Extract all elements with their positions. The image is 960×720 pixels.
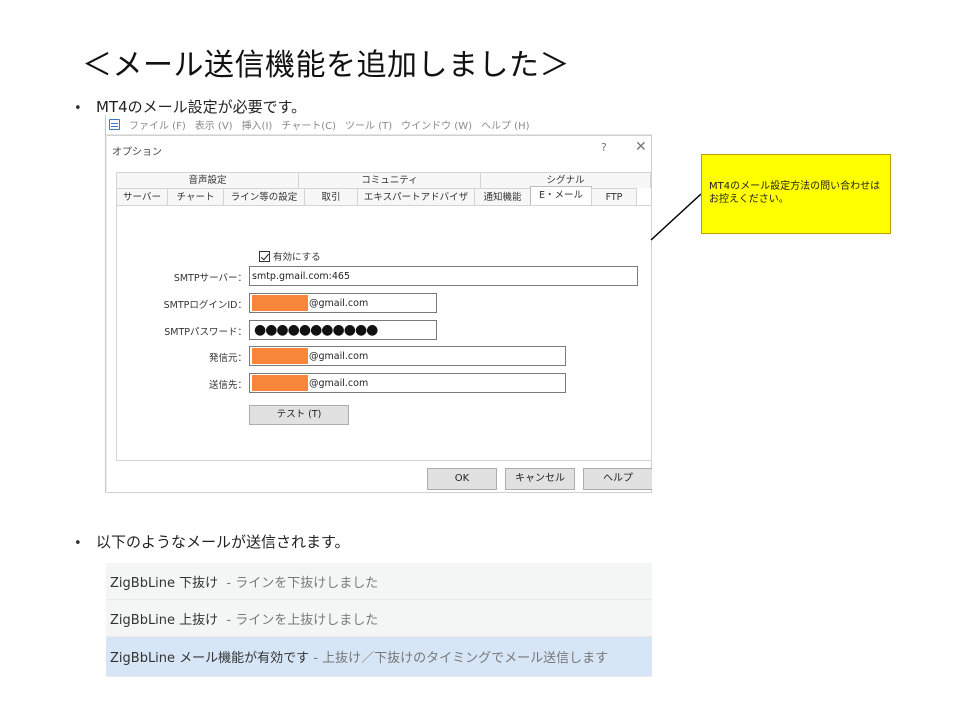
tab-chart[interactable]: チャート — [167, 188, 224, 205]
tab-expert-advisor[interactable]: エキスパートアドバイザ — [357, 188, 475, 205]
mt4-screenshot: ファイル (F) 表示 (V) 挿入(I) チャート(C) ツール (T) ウイ… — [105, 115, 652, 493]
smtp-login-input[interactable]: @gmail.com — [249, 293, 437, 313]
redaction-block — [252, 348, 308, 364]
menu-view[interactable]: 表示 (V) — [195, 117, 233, 132]
bullet-text: 以下のようなメールが送信されます。 — [96, 533, 350, 551]
list-item[interactable]: ZigBbLine 下抜け - ラインを下抜けしました — [106, 563, 652, 600]
bullet-mail-sample: • 以下のようなメールが送信されます。 — [74, 531, 350, 552]
menu-insert[interactable]: 挿入(I) — [242, 117, 273, 132]
callout-text: MT4のメール設定方法の問い合わせはお控えください。 — [709, 181, 881, 205]
mail-notification-list: ZigBbLine 下抜け - ラインを下抜けしました ZigBbLine 上抜… — [106, 563, 652, 677]
dialog-help-icon[interactable]: ? — [601, 141, 607, 154]
tab-sound[interactable]: 音声設定 — [116, 172, 299, 188]
enable-email-label: 有効にする — [273, 252, 321, 263]
menu-file[interactable]: ファイル (F) — [129, 117, 186, 132]
menu-tools[interactable]: ツール (T) — [345, 117, 392, 132]
dialog-title: オプション — [112, 147, 162, 158]
tab-line-settings[interactable]: ライン等の設定 — [223, 188, 305, 205]
mail-subject: ZigBbLine メール機能が有効です — [110, 651, 310, 666]
smtp-password-input[interactable]: ●●●●●●●●●●● — [249, 320, 437, 340]
bullet-mt4-setting: • MT4のメール設定が必要です。 — [74, 96, 306, 117]
enable-email-checkbox[interactable] — [259, 250, 270, 262]
from-input[interactable]: @gmail.com — [249, 346, 566, 366]
smtp-server-value: smtp.gmail.com:465 — [252, 270, 351, 282]
test-button[interactable]: テスト (T) — [249, 405, 349, 425]
tab-row-lower: サーバー チャート ライン等の設定 取引 エキスパートアドバイザ 通知機能 E・… — [116, 186, 637, 205]
mt4-app-icon — [109, 119, 120, 130]
from-value: @gmail.com — [309, 350, 369, 362]
slide-title: ＜メール送信機能を追加しました＞ — [82, 48, 570, 83]
bullet-dot: • — [74, 536, 82, 551]
smtp-server-input[interactable]: smtp.gmail.com:465 — [249, 266, 638, 286]
mt4-menubar: ファイル (F) 表示 (V) 挿入(I) チャート(C) ツール (T) ウイ… — [106, 115, 652, 135]
tab-notification[interactable]: 通知機能 — [474, 188, 531, 205]
callout-pointer-line — [650, 193, 702, 241]
mail-message: - 上抜け／下抜けのタイミングでメール送信します — [309, 651, 609, 666]
tab-trade[interactable]: 取引 — [304, 188, 358, 205]
redaction-block — [252, 375, 308, 391]
smtp-server-label: SMTPサーバー： — [173, 273, 247, 284]
from-label: 発信元： — [208, 353, 247, 364]
ok-button[interactable]: OK — [427, 468, 497, 490]
redaction-block — [252, 295, 308, 311]
callout-note: MT4のメール設定方法の問い合わせはお控えください。 — [701, 154, 891, 234]
menu-chart[interactable]: チャート(C) — [281, 117, 336, 132]
mail-subject: ZigBbLine 下抜け — [110, 575, 219, 591]
dialog-close-icon[interactable]: ✕ — [635, 139, 647, 155]
menu-help[interactable]: ヘルプ (H) — [481, 117, 530, 132]
tab-community[interactable]: コミュニティ — [298, 172, 481, 188]
to-value: @gmail.com — [309, 377, 369, 389]
to-label: 送信先： — [208, 380, 247, 391]
email-settings-panel: 有効にする SMTPサーバー： smtp.gmail.com:465 SMTPロ… — [116, 205, 652, 461]
help-button[interactable]: ヘルプ — [583, 468, 652, 490]
smtp-password-label: SMTPパスワード： — [164, 327, 247, 338]
to-input[interactable]: @gmail.com — [249, 373, 566, 393]
smtp-login-value: @gmail.com — [309, 297, 369, 309]
list-item[interactable]: ZigBbLine メール機能が有効です - 上抜け／下抜けのタイミングでメール… — [106, 637, 652, 677]
menu-window[interactable]: ウインドウ (W) — [401, 117, 472, 132]
smtp-password-value: ●●●●●●●●●●● — [254, 322, 378, 338]
cancel-button[interactable]: キャンセル — [505, 468, 575, 490]
mail-message: - ラインを上抜けしました — [218, 612, 379, 628]
list-item[interactable]: ZigBbLine 上抜け - ラインを上抜けしました — [106, 600, 652, 637]
bullet-text: MT4のメール設定が必要です。 — [96, 98, 307, 116]
mail-subject: ZigBbLine 上抜け — [110, 612, 219, 628]
options-dialog: オプション ? ✕ 音声設定 コミュニティ シグナル サーバー チャート ライン… — [107, 135, 652, 493]
tab-ftp[interactable]: FTP — [591, 188, 637, 205]
tab-server[interactable]: サーバー — [116, 188, 168, 205]
bullet-dot: • — [74, 101, 82, 116]
tab-email[interactable]: E・メール — [530, 186, 592, 205]
mail-message: - ラインを下抜けしました — [218, 575, 379, 591]
enable-email-row[interactable]: 有効にする — [259, 249, 321, 263]
smtp-login-label: SMTPログインID： — [163, 300, 247, 311]
